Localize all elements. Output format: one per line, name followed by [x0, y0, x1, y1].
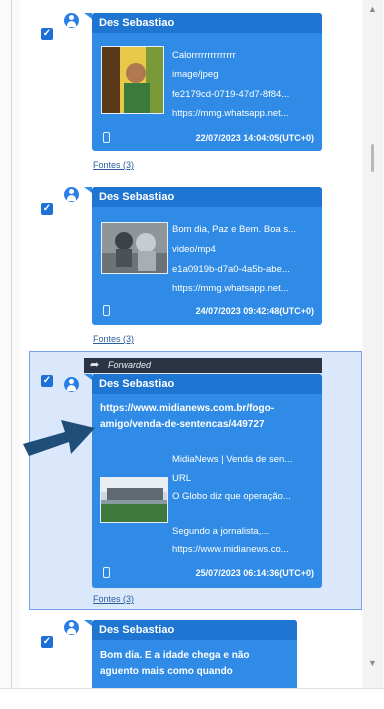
check-icon: ✓: [42, 203, 52, 214]
message-body-continued: aguento mais como quando: [100, 666, 233, 677]
user-icon: [64, 187, 79, 202]
forwarded-label: Forwarded: [108, 360, 152, 370]
file-id: fe2179cd-0719-47d7-8f84...: [172, 89, 290, 100]
divider: [11, 0, 12, 688]
forwarded-header: ➦ Forwarded: [84, 358, 322, 373]
message-bubble-2[interactable]: Des Sebastiao Bom dia, Paz e Bem. Boa s.…: [92, 187, 322, 325]
message-bubble-4[interactable]: Des Sebastiao Bom dia. E a idade chega e…: [92, 620, 297, 688]
file-id: e1a0919b-d7a0-4a5b-abe...: [172, 264, 290, 275]
caption-text: Calorrrrrrrrrrrrrr: [172, 50, 236, 61]
shared-link-continued[interactable]: amigo/venda-de-sentencas/449727: [100, 417, 265, 432]
timestamp: 22/07/2023 14:04:05(UTC+0): [195, 133, 314, 143]
preview-image: [101, 478, 167, 522]
message-checkbox-4[interactable]: ✓: [41, 636, 53, 648]
scroll-thumb[interactable]: [371, 144, 374, 172]
bubble-tail: [84, 187, 92, 193]
phone-icon: [103, 132, 110, 143]
preview-url[interactable]: https://www.midianews.co...: [172, 542, 289, 557]
caption-text: Bom dia, Paz e Bem. Boa s...: [172, 224, 297, 235]
forward-arrow-icon: ➦: [90, 359, 100, 371]
timestamp: 24/07/2023 09:42:48(UTC+0): [195, 306, 314, 316]
bubble-tail: [84, 374, 92, 380]
scroll-up-icon[interactable]: ▲: [368, 4, 377, 14]
phone-icon: [103, 567, 110, 578]
sender-name: Des Sebastiao: [92, 374, 322, 394]
bubble-tail: [84, 13, 92, 19]
user-icon: [64, 620, 79, 635]
photo-image: [102, 47, 163, 113]
footer-strip: [0, 688, 384, 709]
preview-description: O Globo diz que operação...: [172, 491, 291, 502]
preview-type: URL: [172, 473, 192, 484]
sources-link[interactable]: Fontes (3): [93, 334, 134, 344]
shared-link[interactable]: https://www.midianews.com.br/fogo-: [100, 401, 274, 416]
media-url[interactable]: https://mmg.whatsapp.net...: [172, 106, 289, 121]
sender-name: Des Sebastiao: [92, 13, 322, 33]
sources-link[interactable]: Fontes (3): [93, 160, 134, 170]
phone-icon: [103, 305, 110, 316]
vertical-scrollbar[interactable]: ▲ ▼: [363, 0, 383, 688]
message-body: Bom dia. E a idade chega e não: [100, 650, 250, 661]
timestamp: 25/07/2023 06:14:36(UTC+0): [195, 568, 314, 578]
message-bubble-1[interactable]: Des Sebastiao Calorrrrrrrrrrrrrr image/j…: [92, 13, 322, 151]
message-checkbox-1[interactable]: ✓: [41, 28, 53, 40]
check-icon: ✓: [42, 375, 52, 386]
message-viewer: ✓ Des Sebastiao Calorrrrrrrrrrrrrr image…: [0, 0, 384, 709]
preview-snippet: Segundo a jornalista,...: [172, 526, 270, 537]
scroll-down-icon[interactable]: ▼: [368, 658, 377, 668]
check-icon: ✓: [42, 636, 52, 647]
message-checkbox-3[interactable]: ✓: [41, 375, 53, 387]
message-checkbox-2[interactable]: ✓: [41, 203, 53, 215]
preview-title: MidiaNews | Venda de sen...: [172, 454, 293, 465]
image-thumbnail[interactable]: [101, 46, 164, 114]
media-url[interactable]: https://mmg.whatsapp.net...: [172, 281, 289, 296]
link-preview-thumbnail[interactable]: [100, 477, 168, 523]
sources-link[interactable]: Fontes (3): [93, 594, 134, 604]
sender-name: Des Sebastiao: [92, 620, 297, 640]
user-icon: [64, 13, 79, 28]
message-bubble-3[interactable]: Des Sebastiao https://www.midianews.com.…: [92, 374, 322, 588]
user-icon: [64, 377, 79, 392]
annotation-arrow-icon: [23, 420, 95, 456]
mime-type: image/jpeg: [172, 69, 219, 80]
bubble-tail: [84, 620, 92, 626]
mime-type: video/mp4: [172, 244, 216, 255]
sender-name: Des Sebastiao: [92, 187, 322, 207]
video-image: [102, 223, 167, 273]
check-icon: ✓: [42, 28, 52, 39]
video-thumbnail[interactable]: [101, 222, 168, 274]
